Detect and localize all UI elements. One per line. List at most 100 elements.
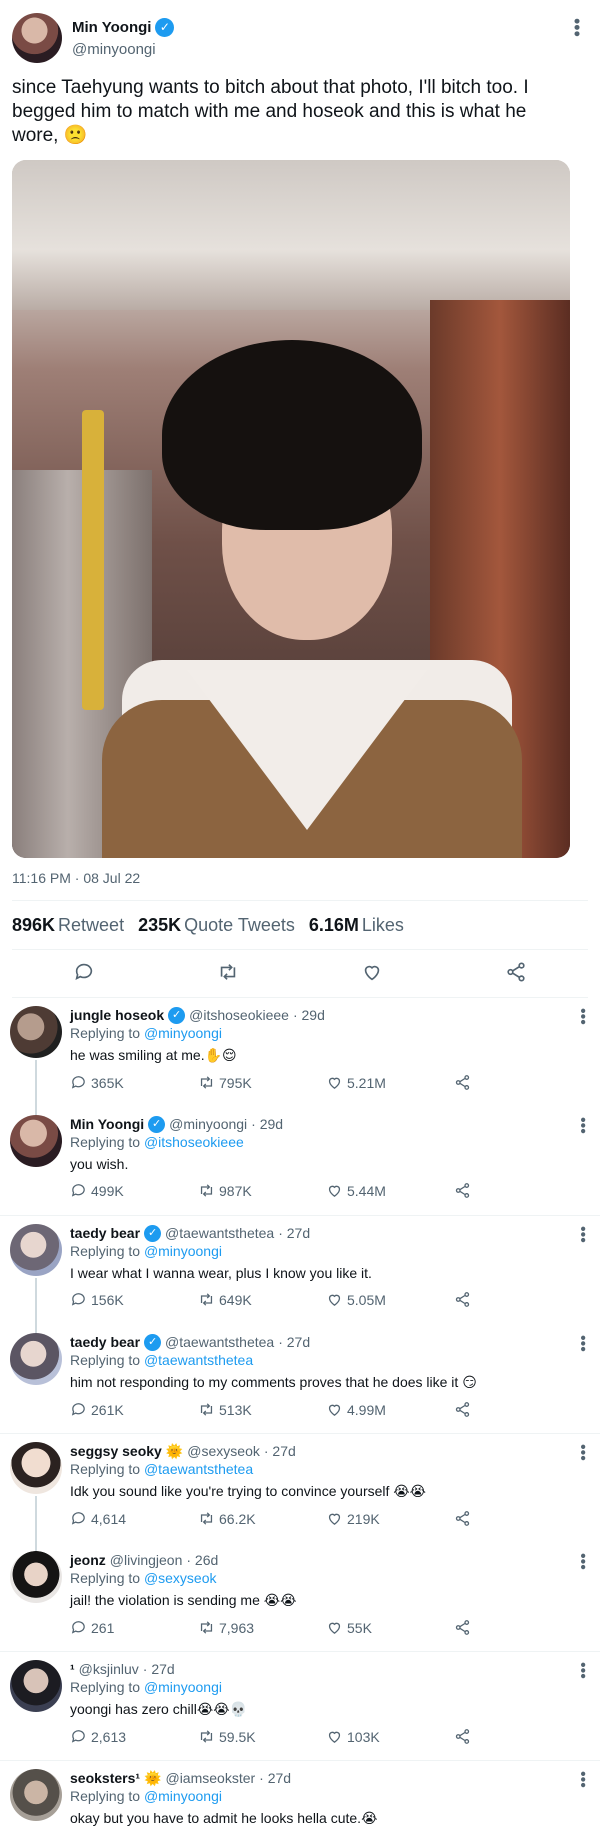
reply-retweet-button[interactable]: 795K xyxy=(198,1074,326,1091)
reply-item[interactable]: jeonz @livingjeon · 26d Replying to @sex… xyxy=(0,1543,600,1652)
reply-avatar[interactable] xyxy=(10,1224,62,1276)
reply-share-button[interactable] xyxy=(454,1182,471,1199)
author-info: Min Yoongi ✓ @minyoongi xyxy=(72,18,175,58)
reply-author-handle[interactable]: @itshoseokieee xyxy=(189,1007,289,1023)
share-icon xyxy=(455,1620,470,1635)
more-icon[interactable]: ••• xyxy=(567,18,587,37)
reply-like-button[interactable]: 219K xyxy=(326,1510,454,1527)
reply-item[interactable]: Min Yoongi ✓ @minyoongi · 29d Replying t… xyxy=(0,1107,600,1216)
replying-to-link[interactable]: @minyoongi xyxy=(144,1788,222,1804)
replying-to: Replying to @taewantsthetea xyxy=(70,1461,588,1477)
reply-retweet-button[interactable]: 66.2K xyxy=(198,1510,326,1527)
reply-retweet-button[interactable]: 987K xyxy=(198,1182,326,1199)
replying-to: Replying to @itshoseokieee xyxy=(70,1134,588,1150)
reply-author-handle[interactable]: @iamseokster xyxy=(165,1770,255,1786)
reply-item[interactable]: taedy bear ✓ @taewantsthetea · 27d Reply… xyxy=(0,1216,600,1334)
reply-avatar[interactable] xyxy=(10,1006,62,1058)
reply-retweet-button[interactable]: 7,963 xyxy=(198,1619,326,1636)
replying-to-link[interactable]: @sexyseok xyxy=(144,1570,217,1586)
replying-to-link[interactable]: @minyoongi xyxy=(144,1243,222,1259)
quote-count[interactable]: 235K Quote Tweets xyxy=(138,915,295,936)
reply-icon[interactable] xyxy=(73,961,95,987)
more-icon[interactable]: ••• xyxy=(574,1771,591,1788)
reply-author-name[interactable]: jeonz xyxy=(70,1552,106,1568)
more-icon[interactable]: ••• xyxy=(574,1662,591,1679)
retweet-count: 7,963 xyxy=(219,1619,255,1636)
more-icon[interactable]: ••• xyxy=(574,1226,591,1243)
reply-author-name[interactable]: seoksters¹ xyxy=(70,1770,140,1786)
reply-author-name[interactable]: taedy bear xyxy=(70,1334,140,1350)
reply-like-button[interactable]: 5.44M xyxy=(326,1182,454,1199)
more-icon[interactable]: ••• xyxy=(574,1335,591,1352)
reply-share-button[interactable] xyxy=(454,1401,471,1418)
reply-avatar[interactable] xyxy=(10,1551,62,1603)
reply-author-name[interactable]: taedy bear xyxy=(70,1225,140,1241)
reply-share-button[interactable] xyxy=(454,1510,471,1527)
more-icon[interactable]: ••• xyxy=(574,1553,591,1570)
replying-to-link[interactable]: @taewantsthetea xyxy=(144,1461,253,1477)
tweet-photo[interactable] xyxy=(12,160,570,858)
reply-author-name[interactable]: seggsy seoky xyxy=(70,1443,162,1459)
tweet-header: Min Yoongi ✓ @minyoongi ••• xyxy=(12,10,588,66)
like-count[interactable]: 6.16M Likes xyxy=(309,915,404,936)
reply-reply-button[interactable]: 365K xyxy=(70,1074,198,1091)
reply-item[interactable]: taedy bear ✓ @taewantsthetea · 27d Reply… xyxy=(0,1325,600,1434)
replying-label: Replying to xyxy=(70,1570,141,1586)
reply-avatar[interactable] xyxy=(10,1660,62,1712)
reply-author-handle[interactable]: @livingjeon xyxy=(110,1552,183,1568)
reply-avatar[interactable] xyxy=(10,1333,62,1385)
reply-retweet-button[interactable]: 59.5K xyxy=(198,1728,326,1745)
reply-avatar[interactable] xyxy=(10,1115,62,1167)
reply-text: he was smiling at me.✋😌 xyxy=(70,1047,237,1063)
reply-share-button[interactable] xyxy=(454,1291,471,1308)
reply-share-button[interactable] xyxy=(454,1619,471,1636)
reply-reply-button[interactable]: 261 xyxy=(70,1619,198,1636)
reply-like-button[interactable]: 4.99M xyxy=(326,1401,454,1418)
tweet-timestamp[interactable]: 11:16 PM · 08 Jul 22 xyxy=(12,870,588,886)
reply-author-handle[interactable]: @sexyseok xyxy=(187,1443,260,1459)
reply-reply-button[interactable]: 499K xyxy=(70,1182,198,1199)
heart-icon[interactable] xyxy=(361,961,383,987)
more-icon[interactable]: ••• xyxy=(574,1444,591,1461)
reply-like-button[interactable]: 5.05M xyxy=(326,1291,454,1308)
reply-like-button[interactable]: 5.21M xyxy=(326,1074,454,1091)
tweet-actions xyxy=(12,950,588,998)
reply-item[interactable]: seoksters¹ 🌞 @iamseokster · 27d Replying… xyxy=(0,1761,600,1831)
reply-avatar[interactable] xyxy=(10,1442,62,1494)
reply-author-name[interactable]: ¹ xyxy=(70,1661,75,1677)
author-name: Min Yoongi xyxy=(72,19,152,36)
reply-avatar[interactable] xyxy=(10,1769,62,1821)
reply-item[interactable]: ¹ @ksjinluv · 27d Replying to @minyoongi… xyxy=(0,1652,600,1761)
more-icon[interactable]: ••• xyxy=(574,1117,591,1134)
author-avatar[interactable] xyxy=(12,13,62,63)
more-icon[interactable]: ••• xyxy=(574,1008,591,1025)
reply-reply-button[interactable]: 156K xyxy=(70,1291,198,1308)
reply-author-handle[interactable]: @minyoongi xyxy=(169,1116,247,1132)
reply-retweet-button[interactable]: 513K xyxy=(198,1401,326,1418)
reply-share-button[interactable] xyxy=(454,1074,471,1091)
reply-reply-button[interactable]: 4,614 xyxy=(70,1510,198,1527)
replying-to-link[interactable]: @minyoongi xyxy=(144,1679,222,1695)
reply-item[interactable]: jungle hoseok ✓ @itshoseokieee · 29d Rep… xyxy=(0,998,600,1116)
reply-author-handle[interactable]: @ksjinluv xyxy=(79,1661,139,1677)
author-name-row[interactable]: Min Yoongi ✓ xyxy=(72,18,175,37)
reply-author-name[interactable]: Min Yoongi xyxy=(70,1116,144,1132)
reply-like-button[interactable]: 103K xyxy=(326,1728,454,1745)
replying-to-link[interactable]: @itshoseokieee xyxy=(144,1134,244,1150)
replying-to: Replying to @minyoongi xyxy=(70,1788,588,1804)
reply-reply-button[interactable]: 2,613 xyxy=(70,1728,198,1745)
reply-author-handle[interactable]: @taewantsthetea xyxy=(165,1225,274,1241)
reply-share-button[interactable] xyxy=(454,1728,471,1745)
retweet-count[interactable]: 896K Retweet xyxy=(12,915,124,936)
share-icon[interactable] xyxy=(505,961,527,987)
replying-to-link[interactable]: @minyoongi xyxy=(144,1025,222,1041)
reply-author-handle[interactable]: @taewantsthetea xyxy=(165,1334,274,1350)
reply-reply-button[interactable]: 261K xyxy=(70,1401,198,1418)
replying-to-link[interactable]: @taewantsthetea xyxy=(144,1352,253,1368)
reply-author-name[interactable]: jungle hoseok xyxy=(70,1007,164,1023)
reply-item[interactable]: seggsy seoky 🌞 @sexyseok · 27d Replying … xyxy=(0,1434,600,1552)
reply-count: 365K xyxy=(91,1074,124,1091)
reply-retweet-button[interactable]: 649K xyxy=(198,1291,326,1308)
reply-like-button[interactable]: 55K xyxy=(326,1619,454,1636)
retweet-icon[interactable] xyxy=(217,961,239,987)
